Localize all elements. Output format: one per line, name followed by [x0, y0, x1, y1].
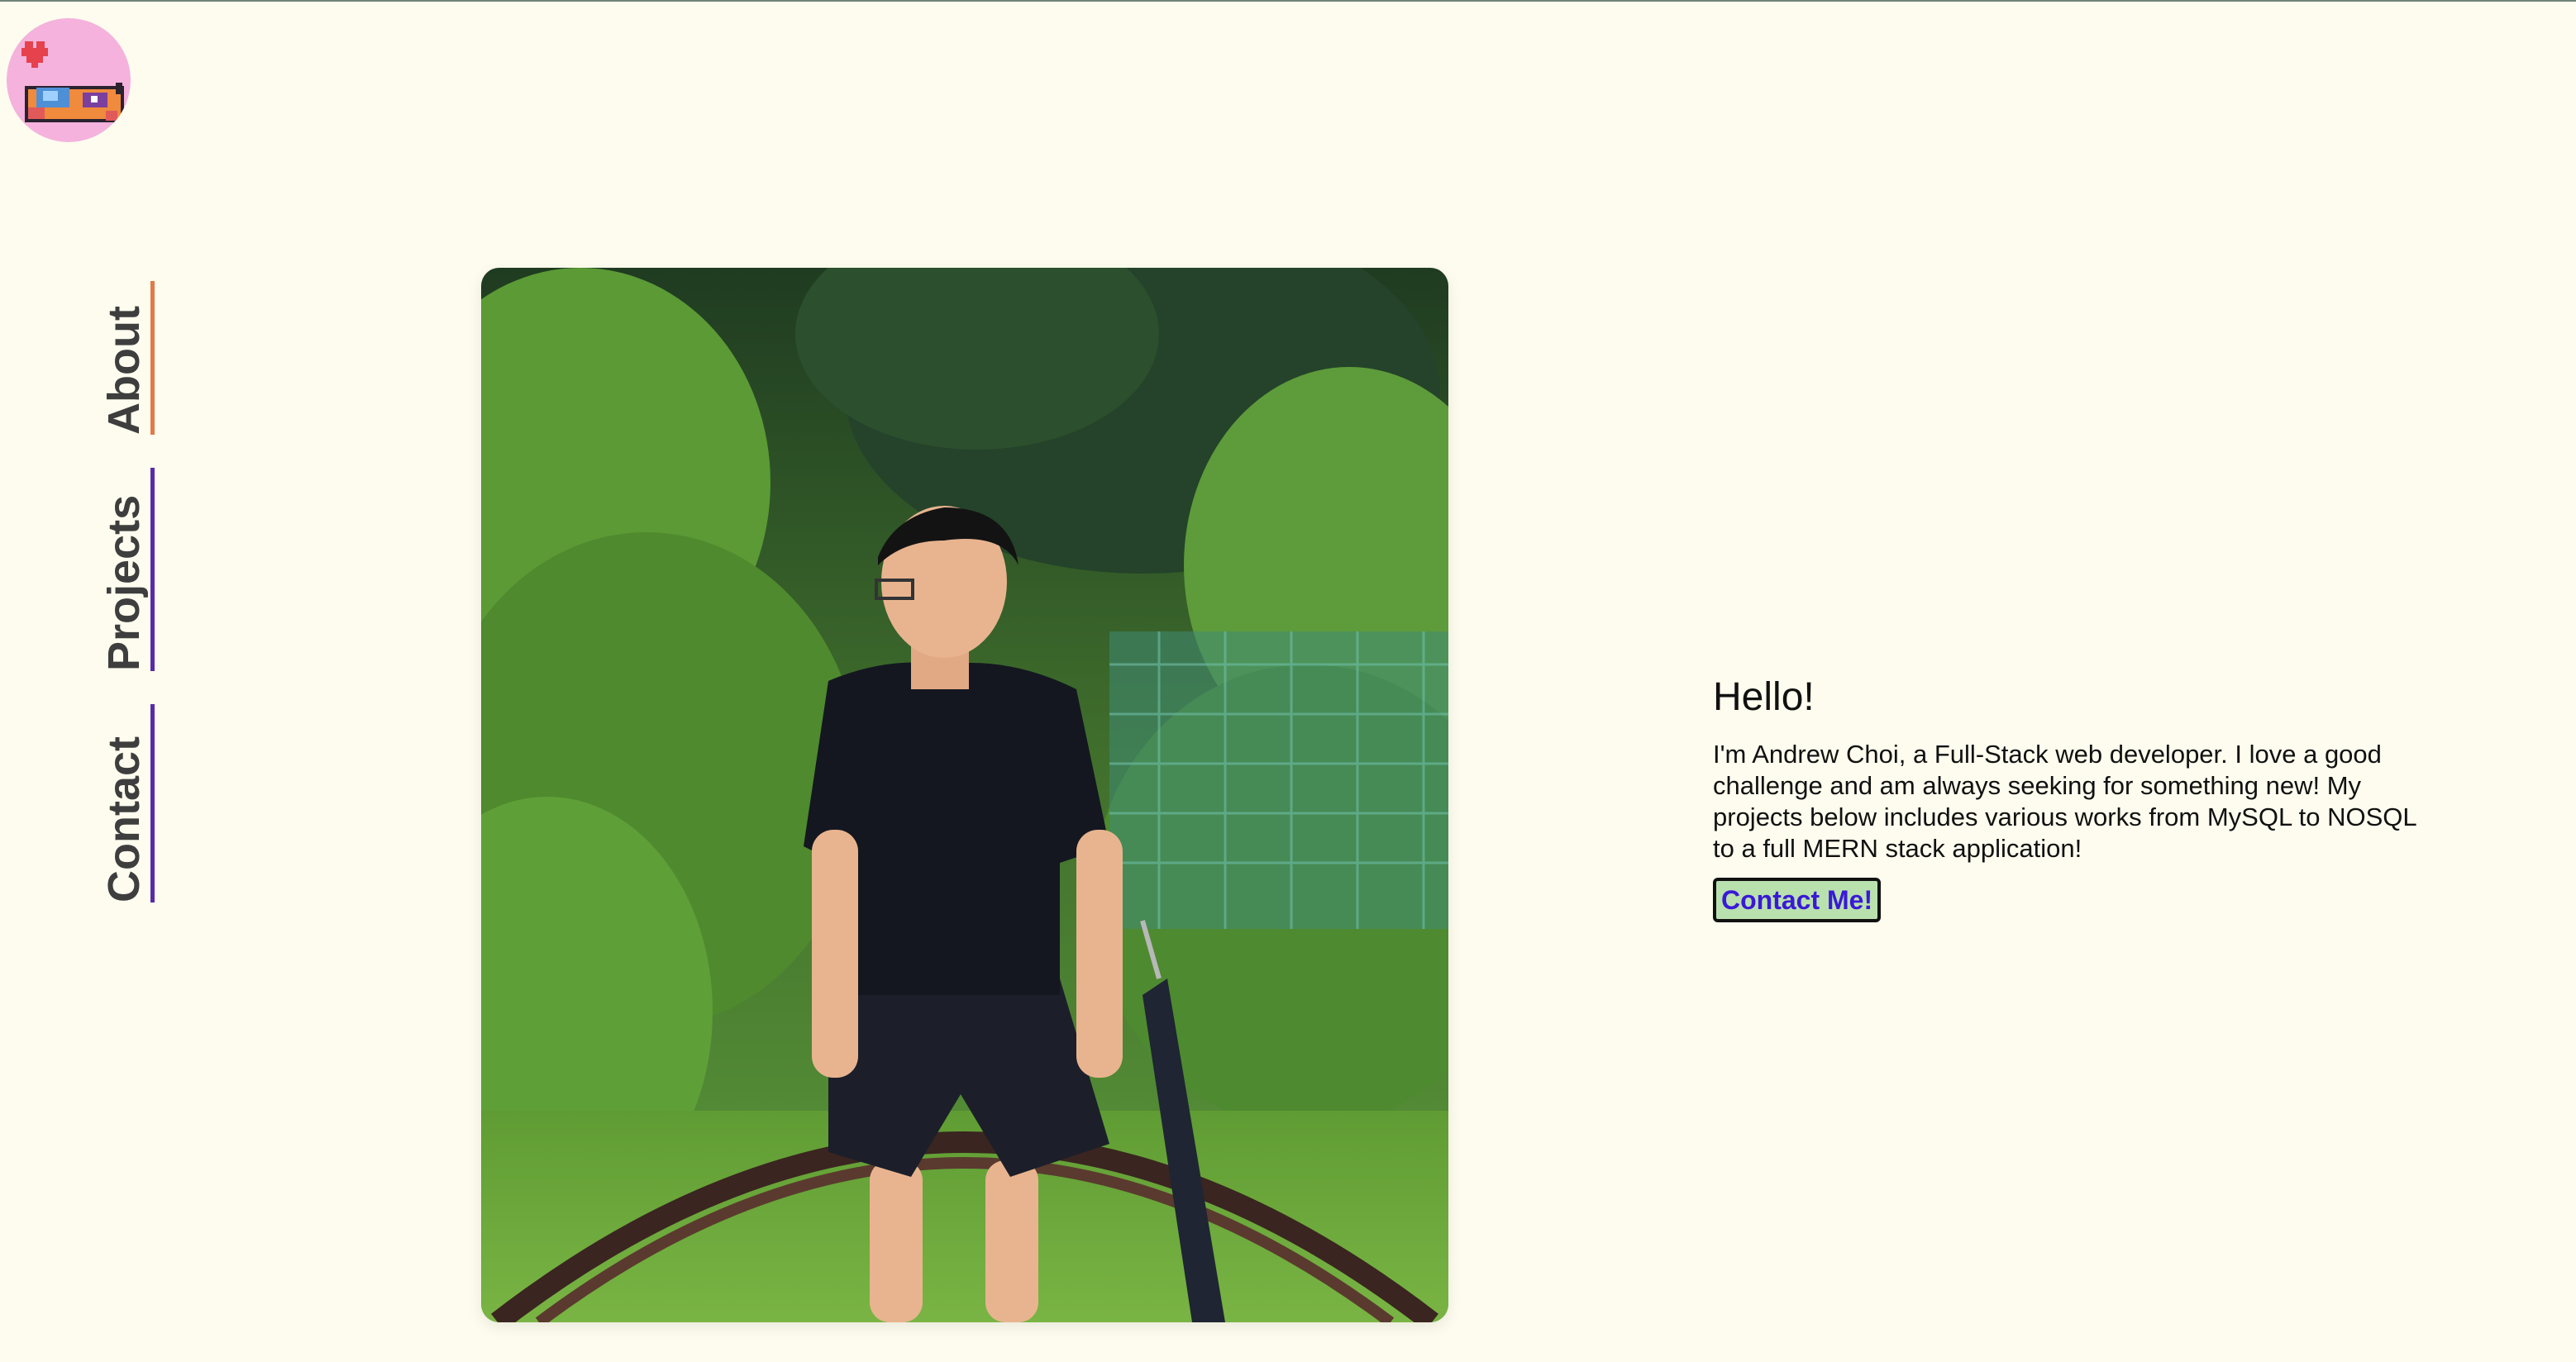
intro-body: I'm Andrew Choi, a Full-Stack web develo…	[1713, 740, 2416, 863]
site-logo[interactable]	[7, 18, 131, 142]
nav-about-link[interactable]: About	[98, 281, 155, 435]
intro-heading: Hello!	[1713, 675, 1815, 719]
nav-projects-link[interactable]: Projects	[98, 468, 155, 671]
nav-contact-link[interactable]: Contact	[98, 704, 155, 902]
intro-section: Hello! I'm Andrew Choi, a Full-Stack web…	[1713, 674, 2440, 922]
top-border	[0, 0, 2576, 2]
contact-me-button[interactable]: Contact Me!	[1713, 878, 1882, 922]
profile-photo	[481, 268, 1448, 1322]
pixel-dog-heart-icon	[21, 41, 124, 122]
